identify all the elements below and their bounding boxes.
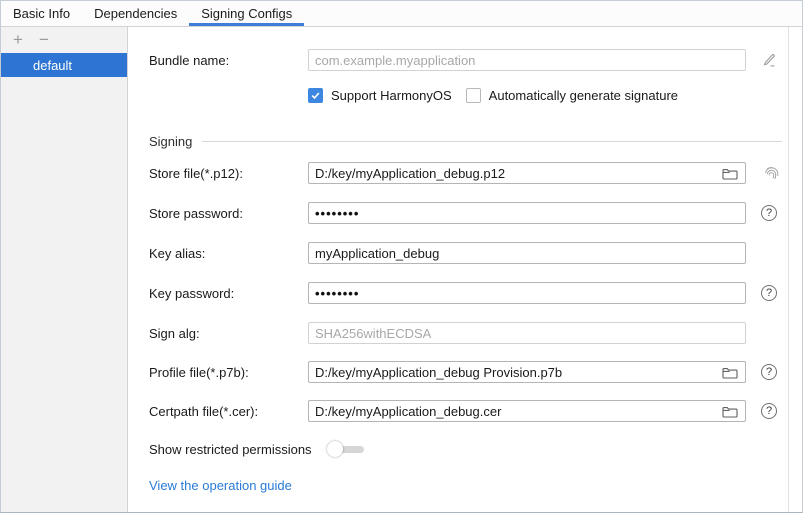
signing-section-title: Signing: [149, 134, 192, 149]
certpath-file-field: [308, 400, 746, 422]
sidebar-toolbar: + −: [1, 27, 127, 53]
certpath-file-help-button[interactable]: ?: [761, 403, 777, 419]
signing-configs-panel: Basic Info Dependencies Signing Configs …: [0, 0, 803, 513]
store-password-row: Store password: ?: [149, 202, 802, 224]
sign-alg-field: [308, 322, 746, 344]
profile-file-browse-button[interactable]: [721, 364, 739, 380]
key-password-input[interactable]: [315, 284, 739, 302]
key-password-row: Key password: ?: [149, 282, 802, 304]
store-password-input[interactable]: [315, 204, 739, 222]
profile-file-help-button[interactable]: ?: [761, 364, 777, 380]
key-alias-label: Key alias:: [149, 246, 308, 261]
tab-dependencies[interactable]: Dependencies: [82, 1, 189, 26]
auto-generate-signature-label: Automatically generate signature: [489, 88, 678, 103]
tab-signing-configs[interactable]: Signing Configs: [189, 1, 304, 26]
key-password-help-button[interactable]: ?: [761, 285, 777, 301]
help-icon: ?: [761, 205, 777, 221]
key-alias-input[interactable]: [315, 244, 739, 262]
folder-icon: [722, 366, 738, 379]
restricted-permissions-label: Show restricted permissions: [149, 442, 312, 457]
folder-icon: [722, 167, 738, 180]
checkbox-row: Support HarmonyOS Automatically generate…: [308, 87, 802, 103]
bundle-name-row: Bundle name:: [149, 49, 802, 71]
signing-section-header: Signing: [149, 133, 802, 149]
profile-file-label: Profile file(*.p7b):: [149, 365, 308, 380]
help-icon: ?: [761, 364, 777, 380]
store-file-hint[interactable]: [761, 163, 781, 183]
store-password-help-button[interactable]: ?: [761, 205, 777, 221]
certpath-file-label: Certpath file(*.cer):: [149, 404, 308, 419]
toggle-knob: [327, 441, 343, 457]
help-icon: ?: [761, 285, 777, 301]
profile-file-input[interactable]: [315, 363, 715, 381]
profile-file-row: Profile file(*.p7b): ?: [149, 361, 802, 383]
bundle-name-input[interactable]: [315, 51, 739, 69]
plus-icon: +: [13, 32, 23, 48]
store-file-label: Store file(*.p12):: [149, 166, 308, 181]
certpath-file-input[interactable]: [315, 402, 715, 420]
operation-guide-link[interactable]: View the operation guide: [149, 478, 292, 493]
support-harmonyos-label: Support HarmonyOS: [331, 88, 452, 103]
tab-basic-info[interactable]: Basic Info: [1, 1, 82, 26]
store-password-field: [308, 202, 746, 224]
key-password-label: Key password:: [149, 286, 308, 301]
support-harmonyos-checkbox[interactable]: [308, 88, 323, 103]
configs-sidebar: + − default: [1, 27, 128, 512]
bundle-name-field: [308, 49, 746, 71]
support-harmonyos-option[interactable]: Support HarmonyOS: [308, 88, 452, 103]
certpath-file-row: Certpath file(*.cer): ?: [149, 400, 802, 422]
pencil-icon: [761, 52, 777, 68]
sign-alg-input: [315, 324, 739, 342]
sign-alg-label: Sign alg:: [149, 326, 308, 341]
store-file-field: [308, 162, 746, 184]
store-file-input[interactable]: [315, 164, 715, 182]
guide-link-row: View the operation guide: [149, 478, 802, 493]
edit-bundle-name-button[interactable]: [761, 52, 777, 68]
help-icon: ?: [761, 403, 777, 419]
auto-generate-signature-option[interactable]: Automatically generate signature: [466, 88, 678, 103]
restricted-permissions-toggle[interactable]: [327, 441, 364, 457]
store-password-label: Store password:: [149, 206, 308, 221]
sign-alg-row: Sign alg:: [149, 322, 802, 344]
folder-icon: [722, 405, 738, 418]
auto-generate-signature-checkbox[interactable]: [466, 88, 481, 103]
fingerprint-icon: [761, 163, 781, 183]
sidebar-item-default[interactable]: default: [1, 53, 127, 77]
restricted-permissions-row: Show restricted permissions: [149, 441, 802, 457]
store-file-row: Store file(*.p12):: [149, 162, 802, 184]
remove-config-button[interactable]: −: [36, 32, 52, 48]
checkmark-icon: [310, 90, 321, 101]
minus-icon: −: [39, 32, 49, 48]
certpath-file-browse-button[interactable]: [721, 403, 739, 419]
bundle-name-label: Bundle name:: [149, 53, 308, 68]
add-config-button[interactable]: +: [10, 32, 26, 48]
key-alias-row: Key alias:: [149, 242, 802, 264]
key-alias-field: [308, 242, 746, 264]
section-divider: [202, 141, 782, 142]
key-password-field: [308, 282, 746, 304]
signing-form: Bundle name: Support HarmonyOS: [129, 27, 802, 512]
profile-file-field: [308, 361, 746, 383]
store-file-browse-button[interactable]: [721, 165, 739, 181]
tab-bar: Basic Info Dependencies Signing Configs: [1, 1, 802, 27]
